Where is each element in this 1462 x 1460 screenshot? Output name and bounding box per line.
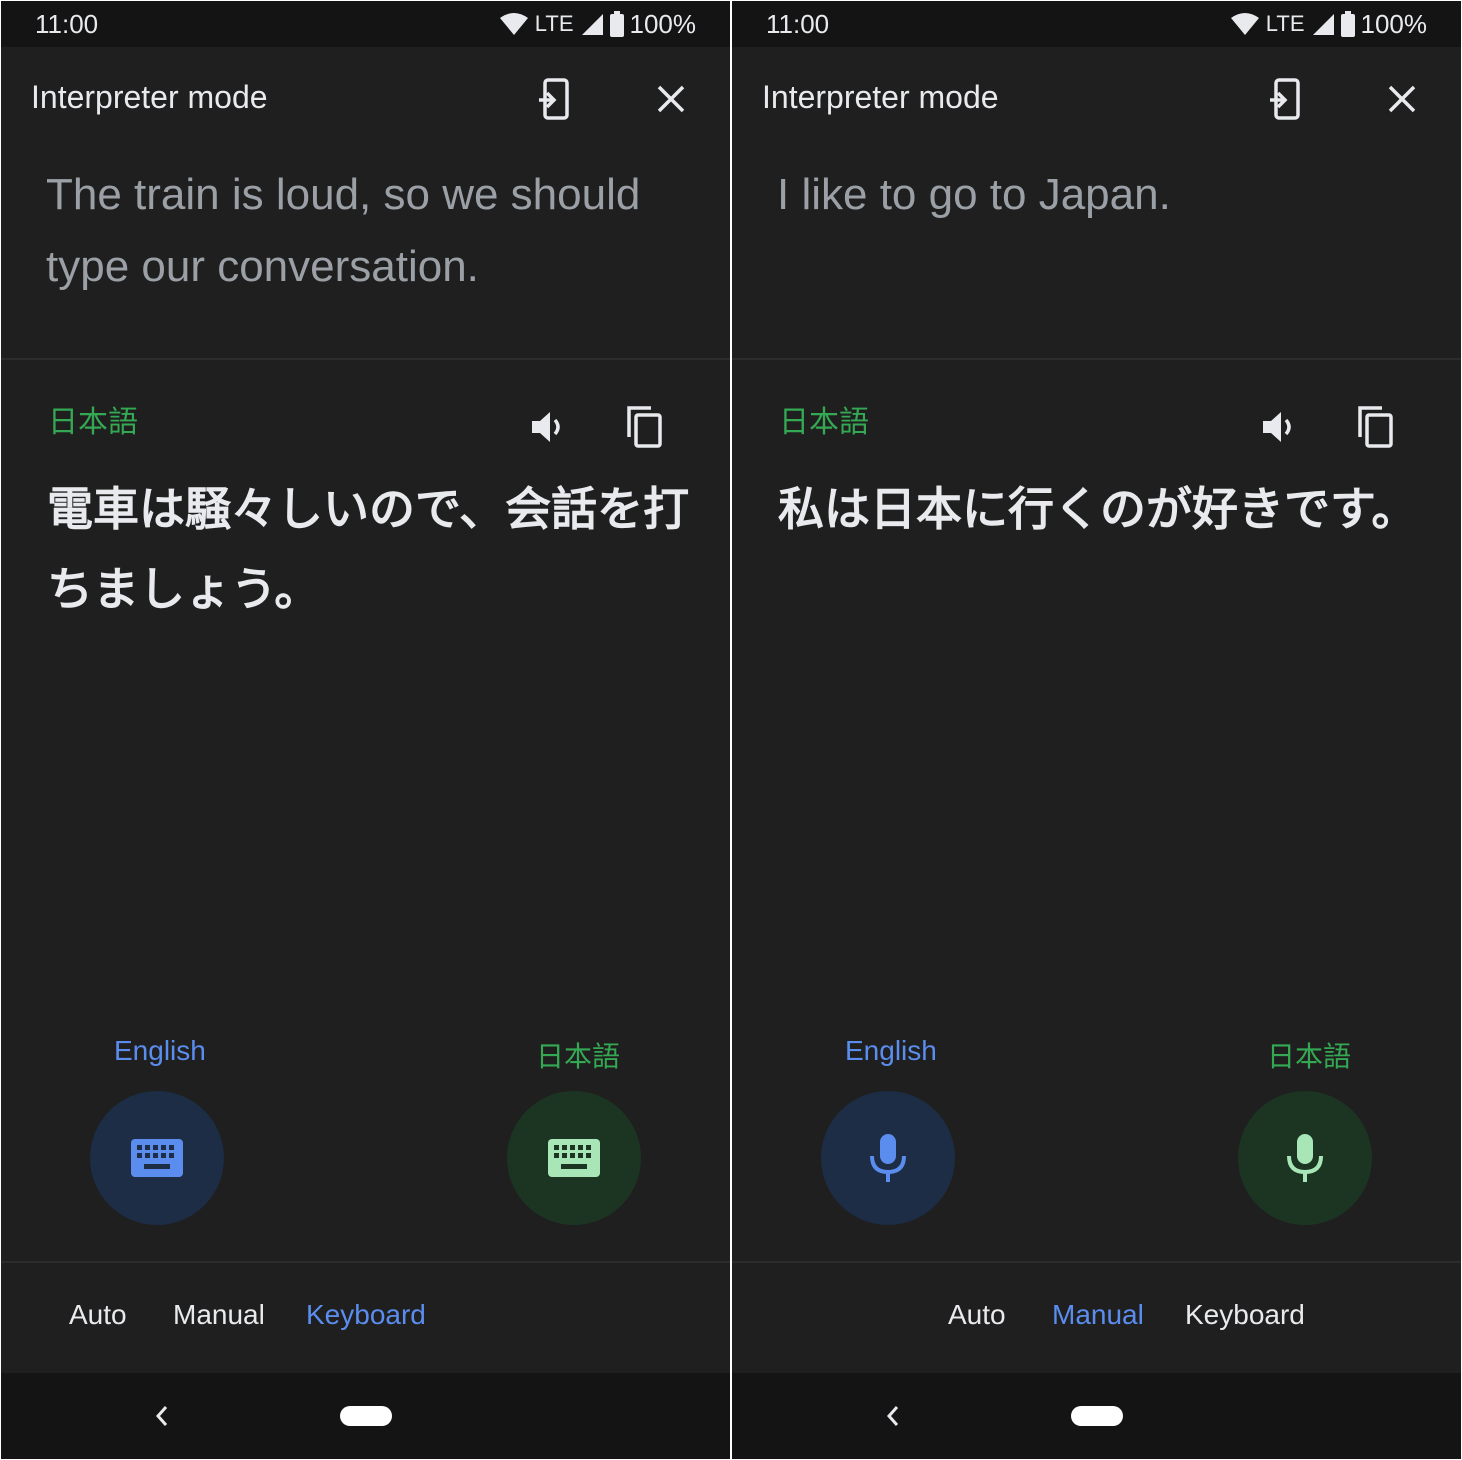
english-keyboard-button[interactable] [90, 1091, 224, 1225]
japanese-label: 日本語 [536, 1041, 621, 1072]
status-bar: 11:00 LTE 100% [1, 1, 730, 47]
english-microphone-button[interactable] [821, 1091, 955, 1225]
tab-manual[interactable]: Manual [173, 1299, 265, 1331]
japanese-microphone-button[interactable] [1238, 1091, 1372, 1225]
close-icon[interactable] [656, 84, 686, 114]
wifi-icon [1230, 13, 1259, 35]
signal-icon [1312, 14, 1334, 35]
speaker-icon[interactable] [1260, 407, 1300, 447]
page-title: Interpreter mode [762, 79, 999, 115]
home-button[interactable] [340, 1406, 392, 1426]
divider [732, 358, 1461, 360]
navigation-bar [1, 1373, 730, 1459]
switch-screen-icon[interactable] [537, 78, 573, 120]
english-label: English [114, 1035, 206, 1066]
home-button[interactable] [1071, 1406, 1123, 1426]
switch-screen-icon[interactable] [1268, 78, 1304, 120]
close-icon[interactable] [1387, 84, 1417, 114]
divider [1, 1261, 730, 1263]
english-label: English [845, 1035, 937, 1066]
status-bar: 11:00 LTE 100% [732, 1, 1461, 47]
battery-percent: 100% [1360, 8, 1428, 39]
divider [732, 1261, 1461, 1263]
wifi-icon [499, 13, 528, 35]
source-text: The train is loud, so we should type our… [46, 170, 641, 291]
translated-text: 電車は騒々しいので、会話を打ちましょう。 [47, 483, 690, 615]
copy-icon[interactable] [1356, 405, 1396, 449]
battery-icon [1340, 11, 1355, 37]
japanese-label: 日本語 [1267, 1041, 1352, 1072]
phone-screen-right: 11:00 LTE 100% Interpreter mode I like t… [732, 1, 1461, 1459]
tab-keyboard[interactable]: Keyboard [1185, 1299, 1305, 1331]
battery-icon [609, 11, 624, 37]
copy-icon[interactable] [625, 405, 665, 449]
tab-manual[interactable]: Manual [1052, 1299, 1144, 1331]
target-language-label: 日本語 [48, 406, 138, 439]
keyboard-icon [131, 1139, 183, 1177]
status-time: 11:00 [35, 9, 99, 39]
source-text: I like to go to Japan. [777, 170, 1171, 219]
phone-screen-left: 11:00 LTE 100% Interpreter mode The trai… [1, 1, 730, 1459]
translated-text: 私は日本に行くのが好きです。 [778, 483, 1418, 535]
japanese-keyboard-button[interactable] [507, 1091, 641, 1225]
divider [1, 358, 730, 360]
tab-auto[interactable]: Auto [69, 1299, 127, 1331]
target-language-label: 日本語 [779, 406, 869, 439]
microphone-icon [870, 1134, 906, 1182]
signal-icon [581, 14, 603, 35]
status-time: 11:00 [766, 9, 830, 39]
tab-auto[interactable]: Auto [948, 1299, 1006, 1331]
back-icon[interactable] [882, 1402, 904, 1430]
tab-keyboard[interactable]: Keyboard [306, 1299, 426, 1331]
back-icon[interactable] [151, 1402, 173, 1430]
microphone-icon [1287, 1134, 1323, 1182]
network-label: LTE [534, 11, 574, 36]
speaker-icon[interactable] [529, 407, 569, 447]
network-label: LTE [1265, 11, 1305, 36]
page-title: Interpreter mode [31, 79, 268, 115]
keyboard-icon [548, 1139, 600, 1177]
battery-percent: 100% [629, 8, 697, 39]
navigation-bar [732, 1373, 1461, 1459]
